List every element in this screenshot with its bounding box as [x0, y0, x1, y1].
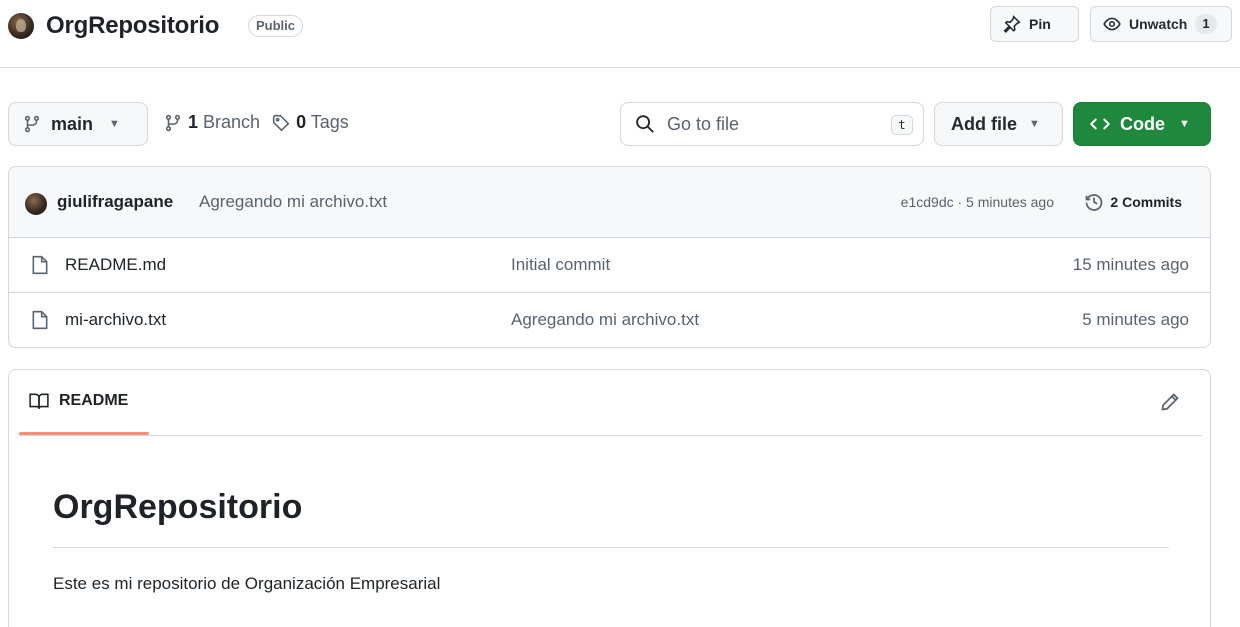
file-name[interactable]: mi-archivo.txt	[65, 310, 166, 330]
code-label: Code	[1120, 113, 1165, 134]
readme-panel: README OrgRepositorio Este es mi reposit…	[8, 369, 1211, 627]
readme-tab-label: README	[59, 392, 129, 409]
shortcut-key: t	[891, 115, 913, 135]
unwatch-button[interactable]: Unwatch 1	[1090, 6, 1232, 42]
branch-count: 1	[188, 112, 199, 132]
branches-link[interactable]: 1 Branch	[188, 112, 260, 133]
commit-meta[interactable]: e1cd9dc · 5 minutes ago	[901, 194, 1054, 210]
owner-avatar[interactable]	[8, 13, 34, 39]
tag-count: 0	[296, 112, 307, 132]
repo-title[interactable]: OrgRepositorio	[46, 12, 219, 40]
commits-link[interactable]: 2 Commits	[1084, 192, 1182, 212]
branch-name: main	[51, 113, 94, 134]
latest-commit-bar: giulifragapane Agregando mi archivo.txt …	[9, 167, 1210, 238]
repo-header: OrgRepositorio Public Pin Unwatch 1	[0, 0, 1240, 68]
watch-count: 1	[1195, 14, 1217, 34]
commits-label: 2 Commits	[1110, 194, 1182, 210]
chevron-down-icon: ▼	[1179, 118, 1190, 130]
eye-icon	[1103, 17, 1121, 31]
search-placeholder: Go to file	[667, 113, 740, 134]
tags-link[interactable]: 0 Tags	[296, 112, 349, 133]
add-file-label: Add file	[951, 113, 1017, 134]
file-row[interactable]: README.md Initial commit 15 minutes ago	[9, 238, 1210, 293]
file-icon	[32, 255, 48, 275]
readme-heading: OrgRepositorio	[53, 488, 1169, 548]
file-time: 5 minutes ago	[1082, 310, 1189, 329]
readme-tabbar: README	[19, 370, 1202, 436]
file-list: giulifragapane Agregando mi archivo.txt …	[8, 166, 1211, 348]
readme-paragraph: Este es mi repositorio de Organización E…	[53, 574, 441, 593]
code-button[interactable]: Code ▼	[1073, 102, 1211, 146]
file-icon	[32, 310, 48, 330]
file-row[interactable]: mi-archivo.txt Agregando mi archivo.txt …	[9, 293, 1210, 347]
branch-tag-links: 1 Branch 0 Tags	[164, 112, 349, 133]
file-name[interactable]: README.md	[65, 255, 166, 275]
go-to-file-input[interactable]: Go to file t	[620, 102, 924, 146]
visibility-badge: Public	[248, 15, 304, 37]
history-icon	[1086, 194, 1103, 211]
pencil-icon[interactable]	[1160, 392, 1180, 412]
pin-button[interactable]: Pin	[990, 6, 1079, 42]
book-icon	[29, 393, 49, 409]
commit-author[interactable]: giulifragapane	[57, 192, 173, 212]
file-commit-message[interactable]: Agregando mi archivo.txt	[511, 310, 699, 330]
author-avatar[interactable]	[25, 193, 47, 215]
pin-label: Pin	[1029, 16, 1051, 32]
branch-selector[interactable]: main ▼	[8, 102, 148, 146]
file-time: 15 minutes ago	[1072, 255, 1189, 274]
git-branch-icon	[24, 115, 40, 133]
tab-readme[interactable]: README	[29, 392, 128, 410]
git-branch-icon	[165, 114, 181, 131]
active-tab-indicator	[19, 432, 149, 435]
add-file-button[interactable]: Add file ▼	[934, 102, 1063, 146]
search-icon	[636, 115, 654, 133]
file-commit-message[interactable]: Initial commit	[511, 255, 610, 275]
chevron-down-icon: ▼	[109, 118, 120, 130]
unwatch-label: Unwatch	[1129, 16, 1188, 32]
pin-icon	[1003, 15, 1021, 33]
tag-word: Tags	[310, 112, 349, 132]
tag-icon	[272, 114, 290, 131]
commit-message[interactable]: Agregando mi archivo.txt	[199, 192, 387, 212]
chevron-down-icon: ▼	[1029, 118, 1040, 130]
branch-word: Branch	[203, 112, 261, 132]
code-icon	[1090, 118, 1110, 130]
